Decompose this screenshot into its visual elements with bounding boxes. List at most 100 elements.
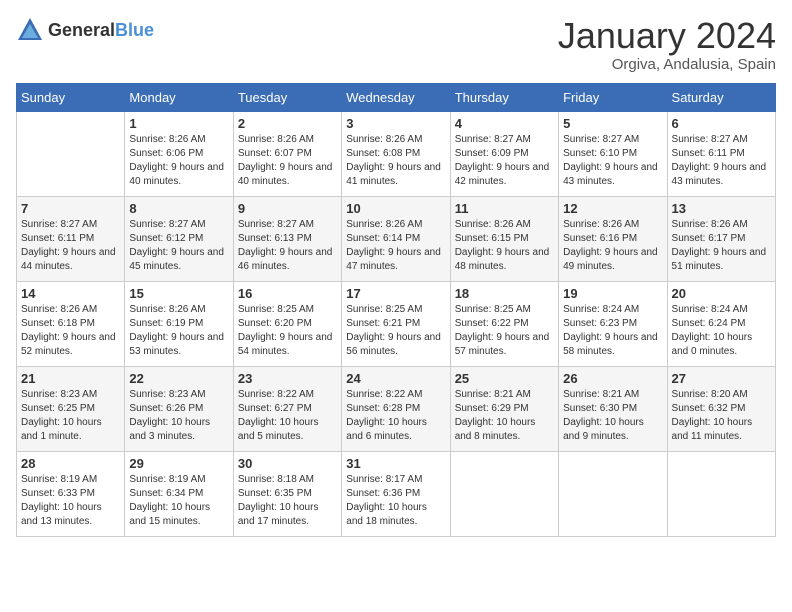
day-info: Sunrise: 8:27 AMSunset: 6:12 PMDaylight:… (129, 218, 228, 274)
calendar-cell: 8 Sunrise: 8:27 AMSunset: 6:12 PMDaylight… (125, 196, 233, 281)
calendar-cell: 23 Sunrise: 8:22 AMSunset: 6:27 PMDayligh… (233, 366, 341, 451)
day-info: Sunrise: 8:26 AMSunset: 6:19 PMDaylight:… (129, 303, 228, 359)
calendar-cell: 1Sunrise: 8:26 AMSunset: 6:06 PMDaylight… (125, 111, 233, 196)
calendar-cell: 20 Sunrise: 8:24 AMSunset: 6:24 PMDayligh… (667, 281, 775, 366)
logo: GeneralBlue (16, 16, 154, 44)
calendar-cell: 5 Sunrise: 8:27 AMSunset: 6:10 PMDaylight… (559, 111, 667, 196)
day-info: Sunrise: 8:26 AMSunset: 6:18 PMDaylight:… (21, 303, 120, 359)
day-number: 24 (346, 371, 445, 386)
day-info: Sunrise: 8:17 AMSunset: 6:36 PMDaylight:… (346, 473, 445, 529)
day-info: Sunrise: 8:26 AMSunset: 6:06 PMDaylight:… (129, 133, 228, 189)
calendar-cell (17, 111, 125, 196)
day-info: Sunrise: 8:26 AMSunset: 6:17 PMDaylight:… (672, 218, 771, 274)
day-number: 25 (455, 371, 554, 386)
calendar-cell: 22Sunrise: 8:23 AMSunset: 6:26 PMDayligh… (125, 366, 233, 451)
day-info: Sunrise: 8:27 AMSunset: 6:10 PMDaylight:… (563, 133, 662, 189)
calendar-cell: 2Sunrise: 8:26 AMSunset: 6:07 PMDaylight… (233, 111, 341, 196)
day-info: Sunrise: 8:26 AMSunset: 6:14 PMDaylight:… (346, 218, 445, 274)
logo-text-general: General (48, 20, 115, 40)
day-number: 15 (129, 286, 228, 301)
logo-icon (16, 16, 44, 44)
calendar-week-row: 21 Sunrise: 8:23 AMSunset: 6:25 PMDayligh… (17, 366, 776, 451)
weekday-header: Friday (559, 83, 667, 111)
calendar-cell (667, 451, 775, 536)
day-number: 27 (672, 371, 771, 386)
weekday-header: Wednesday (342, 83, 450, 111)
calendar-cell: 19Sunrise: 8:24 AMSunset: 6:23 PMDayligh… (559, 281, 667, 366)
day-number: 30 (238, 456, 337, 471)
day-number: 3 (346, 116, 445, 131)
day-number: 20 (672, 286, 771, 301)
day-number: 26 (563, 371, 662, 386)
day-info: Sunrise: 8:19 AMSunset: 6:33 PMDaylight:… (21, 473, 120, 529)
weekday-header: Saturday (667, 83, 775, 111)
calendar-cell: 14 Sunrise: 8:26 AMSunset: 6:18 PMDayligh… (17, 281, 125, 366)
calendar-cell: 21 Sunrise: 8:23 AMSunset: 6:25 PMDayligh… (17, 366, 125, 451)
day-info: Sunrise: 8:21 AMSunset: 6:30 PMDaylight:… (563, 388, 662, 444)
day-number: 23 (238, 371, 337, 386)
day-info: Sunrise: 8:19 AMSunset: 6:34 PMDaylight:… (129, 473, 228, 529)
calendar-cell: 13 Sunrise: 8:26 AMSunset: 6:17 PMDayligh… (667, 196, 775, 281)
logo-text-blue: Blue (115, 20, 154, 40)
day-info: Sunrise: 8:25 AMSunset: 6:20 PMDaylight:… (238, 303, 337, 359)
calendar-cell: 31 Sunrise: 8:17 AMSunset: 6:36 PMDayligh… (342, 451, 450, 536)
day-info: Sunrise: 8:26 AMSunset: 6:08 PMDaylight:… (346, 133, 445, 189)
day-number: 5 (563, 116, 662, 131)
day-info: Sunrise: 8:18 AMSunset: 6:35 PMDaylight:… (238, 473, 337, 529)
day-info: Sunrise: 8:21 AMSunset: 6:29 PMDaylight:… (455, 388, 554, 444)
day-number: 6 (672, 116, 771, 131)
calendar-cell (559, 451, 667, 536)
day-number: 18 (455, 286, 554, 301)
day-number: 4 (455, 116, 554, 131)
day-info: Sunrise: 8:26 AMSunset: 6:16 PMDaylight:… (563, 218, 662, 274)
day-number: 7 (21, 201, 120, 216)
day-number: 16 (238, 286, 337, 301)
day-info: Sunrise: 8:27 AMSunset: 6:11 PMDaylight:… (672, 133, 771, 189)
calendar-cell: 17Sunrise: 8:25 AMSunset: 6:21 PMDayligh… (342, 281, 450, 366)
day-number: 13 (672, 201, 771, 216)
day-info: Sunrise: 8:27 AMSunset: 6:09 PMDaylight:… (455, 133, 554, 189)
day-info: Sunrise: 8:24 AMSunset: 6:23 PMDaylight:… (563, 303, 662, 359)
calendar-cell: 18 Sunrise: 8:25 AMSunset: 6:22 PMDayligh… (450, 281, 558, 366)
day-number: 17 (346, 286, 445, 301)
calendar-cell: 10 Sunrise: 8:26 AMSunset: 6:14 PMDayligh… (342, 196, 450, 281)
day-info: Sunrise: 8:23 AMSunset: 6:26 PMDaylight:… (129, 388, 228, 444)
calendar-cell: 26 Sunrise: 8:21 AMSunset: 6:30 PMDayligh… (559, 366, 667, 451)
calendar-cell: 11Sunrise: 8:26 AMSunset: 6:15 PMDayligh… (450, 196, 558, 281)
day-info: Sunrise: 8:22 AMSunset: 6:28 PMDaylight:… (346, 388, 445, 444)
calendar-cell: 6 Sunrise: 8:27 AMSunset: 6:11 PMDaylight… (667, 111, 775, 196)
day-number: 14 (21, 286, 120, 301)
location-subtitle: Orgiva, Andalusia, Spain (558, 56, 776, 73)
calendar-cell: 9Sunrise: 8:27 AMSunset: 6:13 PMDaylight… (233, 196, 341, 281)
calendar-week-row: 7 Sunrise: 8:27 AMSunset: 6:11 PMDaylight… (17, 196, 776, 281)
calendar-cell: 4 Sunrise: 8:27 AMSunset: 6:09 PMDaylight… (450, 111, 558, 196)
weekday-header-row: SundayMondayTuesdayWednesdayThursdayFrid… (17, 83, 776, 111)
calendar-cell: 3 Sunrise: 8:26 AMSunset: 6:08 PMDaylight… (342, 111, 450, 196)
calendar-week-row: 1Sunrise: 8:26 AMSunset: 6:06 PMDaylight… (17, 111, 776, 196)
day-info: Sunrise: 8:25 AMSunset: 6:22 PMDaylight:… (455, 303, 554, 359)
day-number: 12 (563, 201, 662, 216)
calendar-cell: 7 Sunrise: 8:27 AMSunset: 6:11 PMDaylight… (17, 196, 125, 281)
weekday-header: Monday (125, 83, 233, 111)
calendar-cell: 28 Sunrise: 8:19 AMSunset: 6:33 PMDayligh… (17, 451, 125, 536)
calendar-cell: 25 Sunrise: 8:21 AMSunset: 6:29 PMDayligh… (450, 366, 558, 451)
day-info: Sunrise: 8:20 AMSunset: 6:32 PMDaylight:… (672, 388, 771, 444)
day-number: 21 (21, 371, 120, 386)
day-number: 8 (129, 201, 228, 216)
calendar-cell (450, 451, 558, 536)
day-number: 10 (346, 201, 445, 216)
day-number: 28 (21, 456, 120, 471)
calendar-cell: 30 Sunrise: 8:18 AMSunset: 6:35 PMDayligh… (233, 451, 341, 536)
day-number: 2 (238, 116, 337, 131)
day-info: Sunrise: 8:27 AMSunset: 6:11 PMDaylight:… (21, 218, 120, 274)
day-info: Sunrise: 8:23 AMSunset: 6:25 PMDaylight:… (21, 388, 120, 444)
month-title: January 2024 (558, 16, 776, 56)
day-info: Sunrise: 8:22 AMSunset: 6:27 PMDaylight:… (238, 388, 337, 444)
calendar-cell: 12 Sunrise: 8:26 AMSunset: 6:16 PMDayligh… (559, 196, 667, 281)
day-info: Sunrise: 8:24 AMSunset: 6:24 PMDaylight:… (672, 303, 771, 359)
day-number: 31 (346, 456, 445, 471)
page-header: GeneralBlue January 2024 Orgiva, Andalus… (16, 16, 776, 73)
day-number: 29 (129, 456, 228, 471)
calendar-week-row: 28 Sunrise: 8:19 AMSunset: 6:33 PMDayligh… (17, 451, 776, 536)
weekday-header: Sunday (17, 83, 125, 111)
